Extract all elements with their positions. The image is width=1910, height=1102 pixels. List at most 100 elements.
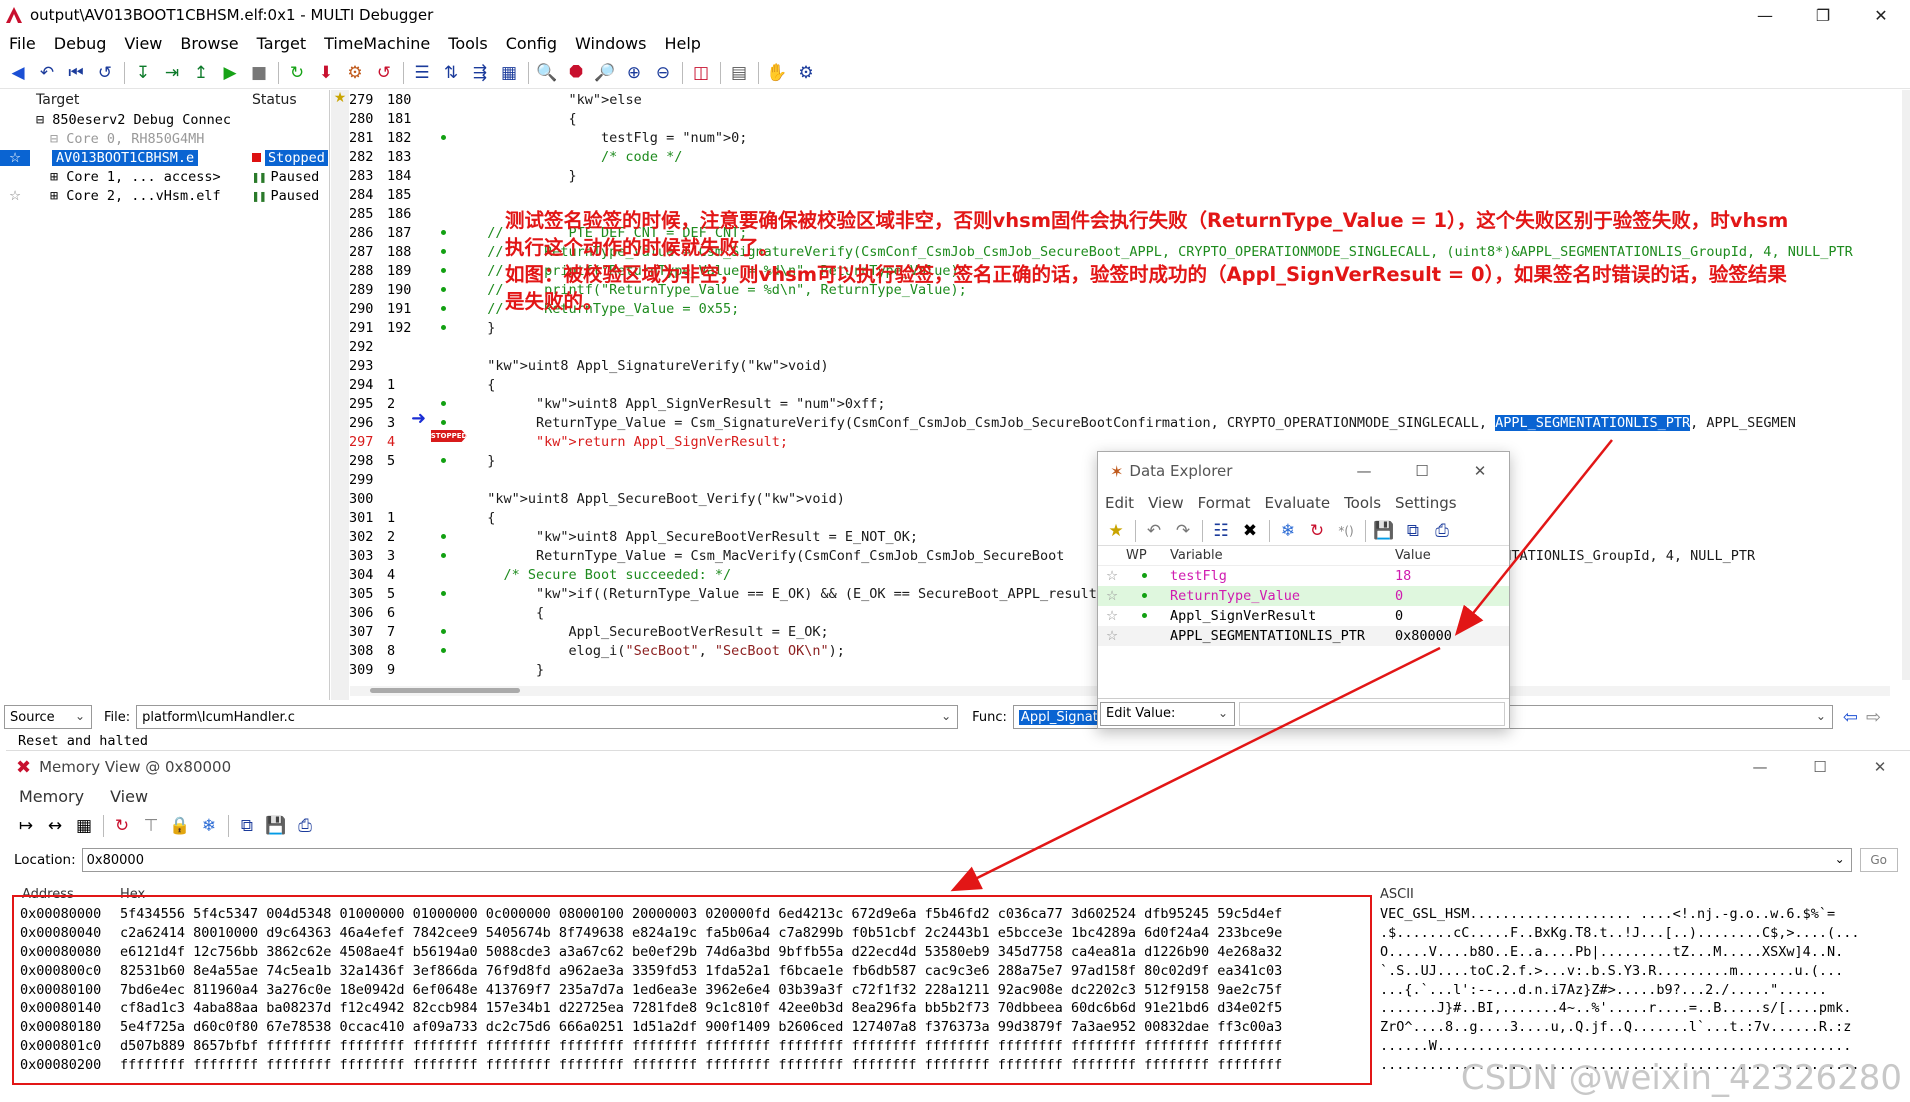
registers-icon[interactable]: ▦ (495, 60, 523, 86)
de-menu-view[interactable]: View (1141, 494, 1191, 512)
menu-file[interactable]: File (0, 34, 45, 53)
close-button[interactable]: ✕ (1852, 0, 1910, 30)
variable-value[interactable]: 0x80000 (1395, 628, 1485, 644)
menu-memory[interactable]: Memory (6, 787, 97, 806)
search-icon[interactable]: 🔎 (591, 60, 619, 86)
de-menu-evaluate[interactable]: Evaluate (1258, 494, 1338, 512)
settings-icon[interactable]: ⚙ (792, 60, 820, 86)
breakpoint-column[interactable] (419, 185, 471, 204)
minimize-button[interactable]: — (1730, 751, 1790, 783)
back-icon[interactable]: ◀ (4, 60, 32, 86)
calendar-icon[interactable]: ▦ (70, 813, 98, 839)
source-line[interactable]: 295 2 "kw">uint8 Appl_SignVerResult = "nu… (349, 394, 1909, 413)
refresh-icon[interactable]: ↻ (1303, 518, 1331, 544)
watch-row[interactable]: ☆ testFlg 18 (1098, 566, 1509, 586)
breakpoint-column[interactable] (419, 470, 471, 489)
star-icon[interactable]: ★ (331, 90, 349, 106)
menu-tools[interactable]: Tools (439, 34, 496, 53)
restart-icon[interactable]: ↻ (283, 60, 311, 86)
source-line[interactable]: 292 (349, 337, 1909, 356)
refresh-icon[interactable]: ↻ (108, 813, 136, 839)
star-icon[interactable]: ☆ (1098, 568, 1126, 584)
save-icon[interactable]: 💾 (262, 813, 290, 839)
print-icon[interactable]: ⎙ (1428, 518, 1456, 544)
breakpoints-icon[interactable]: ⇶ (466, 60, 494, 86)
source-line[interactable]: 284 185 (349, 185, 1909, 204)
calculator-icon[interactable]: ▤ (725, 60, 753, 86)
source-line[interactable]: 279 180 "kw">else (349, 90, 1909, 109)
breakpoint-column[interactable] (419, 508, 471, 527)
breakpoint-column[interactable] (419, 546, 471, 565)
call-stack-icon[interactable]: ⇅ (437, 60, 465, 86)
breakpoint-column[interactable] (419, 565, 471, 584)
step-over-icon[interactable]: ⇥ (158, 60, 186, 86)
edit-value-input[interactable] (1239, 701, 1505, 726)
download-icon[interactable]: ⬇ (312, 60, 340, 86)
breakpoint-column[interactable] (419, 166, 471, 185)
source-line[interactable]: 293 "kw">uint8 Appl_SignatureVerify("kw"… (349, 356, 1909, 375)
source-line[interactable]: 294 1 { (349, 375, 1909, 394)
menu-timemachine[interactable]: TimeMachine (315, 34, 439, 53)
target-row-core0[interactable]: ⊟ Core 0, RH850G4MH (0, 129, 329, 148)
close-button[interactable]: ✕ (1451, 452, 1509, 490)
expand-columns-icon[interactable]: ↦ (12, 813, 40, 839)
watch-row[interactable]: ☆ APPL_SEGMENTATIONLIS_PTR 0x80000 (1098, 626, 1509, 646)
star-icon[interactable]: ☆ (1098, 608, 1126, 624)
shrink-columns-icon[interactable]: ↔ (41, 813, 69, 839)
breakpoint-column[interactable] (419, 641, 471, 660)
breakpoint-column[interactable] (419, 584, 471, 603)
star-icon[interactable]: ☆ (0, 149, 30, 166)
edit-value-select[interactable]: Edit Value: ⌄ (1100, 701, 1235, 726)
source-line[interactable]: 280 181 { (349, 109, 1909, 128)
view-mode-select[interactable]: Source ⌄ (4, 705, 92, 729)
breakpoint-column[interactable] (419, 527, 471, 546)
menu-help[interactable]: Help (655, 34, 709, 53)
lock-icon[interactable]: 🔒 (166, 813, 194, 839)
source-line[interactable]: 283 184 } (349, 166, 1909, 185)
breakpoint-column[interactable] (419, 394, 471, 413)
maximize-button[interactable]: ❐ (1794, 0, 1852, 30)
snowflake-icon[interactable]: ❄ (195, 813, 223, 839)
breakpoint-column[interactable] (419, 128, 471, 147)
new-watch-icon[interactable]: ☷ (1207, 518, 1235, 544)
watch-row[interactable]: ☆ ReturnType_Value 0 (1098, 586, 1509, 606)
breakpoint-column[interactable] (419, 622, 471, 641)
source-line[interactable]: 282 183 /* code */ (349, 147, 1909, 166)
go-forward-icon[interactable]: ⇨ (1866, 707, 1881, 728)
save-icon[interactable]: 💾 (1370, 518, 1398, 544)
target-row-connection[interactable]: ⊟ 850eserv2 Debug Connec (0, 110, 329, 129)
memory-icon[interactable]: ◫ (687, 60, 715, 86)
breakpoint-column[interactable] (419, 223, 471, 242)
stop-sign-icon[interactable]: ⯃ (562, 60, 590, 86)
minimize-button[interactable]: — (1335, 452, 1393, 490)
breakpoint-column[interactable] (419, 451, 471, 470)
menu-browse[interactable]: Browse (171, 34, 247, 53)
star-icon[interactable]: ★ (1102, 518, 1130, 544)
file-select[interactable]: platform\IcumHandler.c ⌄ (136, 705, 959, 729)
target-row-selected[interactable]: ☆ AV013BOOT1CBHSM.e Stopped (0, 148, 329, 167)
source-vertical-scrollbar[interactable] (1902, 90, 1910, 680)
breakpoint-column[interactable] (419, 318, 471, 337)
variable-value[interactable]: 18 (1395, 568, 1485, 584)
breakpoint-column[interactable] (419, 337, 471, 356)
run-icon[interactable]: ▶ (216, 60, 244, 86)
undo-icon[interactable]: ↶ (1140, 518, 1168, 544)
copy-icon[interactable]: ⧉ (233, 813, 261, 839)
dereference-icon[interactable]: *() (1332, 518, 1360, 544)
breakpoint-column[interactable] (419, 90, 471, 109)
step-back-icon[interactable]: ↶ (33, 60, 61, 86)
de-menu-format[interactable]: Format (1191, 494, 1258, 512)
source-line[interactable]: 281 182 testFlg = "num">0; (349, 128, 1909, 147)
breakpoint-column[interactable] (419, 660, 471, 679)
minimize-button[interactable]: — (1736, 0, 1794, 30)
zoom-in-icon[interactable]: ⊕ (620, 60, 648, 86)
go-back-icon[interactable]: ⇦ (1843, 707, 1858, 728)
star-icon[interactable]: ☆ (0, 188, 30, 204)
delete-icon[interactable]: ✖ (1236, 518, 1264, 544)
close-button[interactable]: ✕ (1850, 751, 1910, 783)
target-row-core2[interactable]: ☆ ⊞ Core 2, ...vHsm.elf ❚❚ Paused (0, 186, 329, 205)
align-icon[interactable]: ⊤ (137, 813, 165, 839)
maximize-button[interactable]: ☐ (1393, 452, 1451, 490)
snowflake-icon[interactable]: ❄ (1274, 518, 1302, 544)
redo-icon[interactable]: ↷ (1169, 518, 1197, 544)
